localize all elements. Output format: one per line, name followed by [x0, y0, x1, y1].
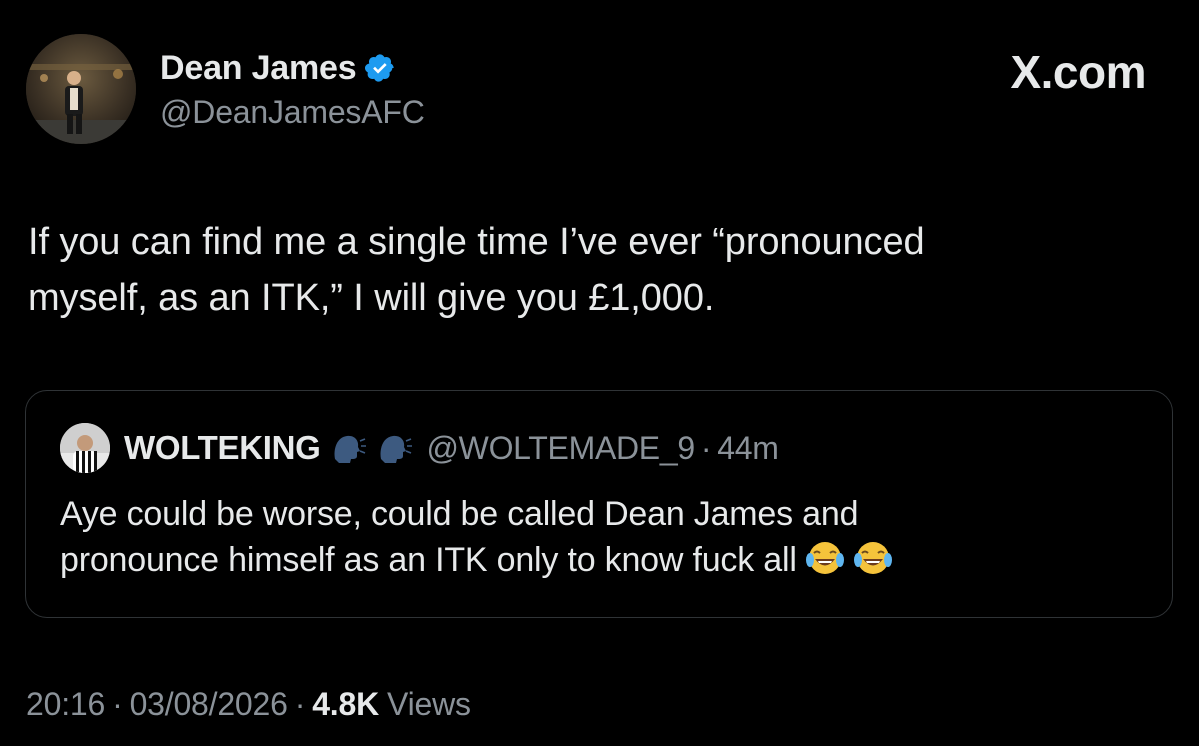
quoted-text-line-last: pronounce himself as an ITK only to know… [60, 537, 1140, 583]
x-logo-text: X.com [1010, 46, 1146, 98]
tears-of-joy-emoji-icon [805, 538, 845, 578]
x-logo: X.com [1010, 46, 1146, 98]
speaking-head-emoji-icon [375, 429, 413, 467]
quoted-tweet-text: Aye could be worse, could be called Dean… [60, 491, 1140, 583]
quoted-text-line: pronounce himself as an ITK only to know… [60, 541, 797, 579]
quoted-tweet-time[interactable]: 44m [717, 430, 779, 467]
author-handle[interactable]: @DeanJamesAFC [160, 94, 425, 131]
tweet-text-line: myself, as an ITK,” I will give you £1,0… [28, 277, 715, 319]
quoted-tweet[interactable]: WOLTEKING @WOLTEMADE_9 · 44m Aye could b… [25, 390, 1173, 618]
separator-dot: · [294, 685, 306, 722]
tweet-card: Dean James @DeanJamesAFC X.com If you ca… [0, 0, 1199, 746]
tweet-text-line: If you can find me a single time I’ve ev… [28, 221, 925, 263]
speaking-head-emoji-icon [329, 429, 367, 467]
post-date[interactable]: 03/08/2026 [130, 686, 288, 723]
views-count[interactable]: 4.8K [312, 686, 379, 723]
views-label: Views [387, 685, 471, 722]
author-avatar-photo [26, 34, 136, 144]
quoted-tweet-header: WOLTEKING @WOLTEMADE_9 · 44m [60, 423, 779, 473]
verified-badge-icon [364, 52, 396, 84]
separator-dot: · [700, 429, 712, 466]
author-info: Dean James @DeanJamesAFC [160, 46, 425, 131]
quoted-avatar-photo [60, 423, 110, 473]
separator-dot: · [112, 685, 123, 722]
author-name[interactable]: Dean James [160, 49, 357, 88]
author-avatar[interactable] [26, 34, 136, 144]
quoted-author-handle[interactable]: @WOLTEMADE_9 [427, 430, 696, 467]
post-time[interactable]: 20:16 [26, 686, 105, 723]
quoted-author-avatar[interactable] [60, 423, 110, 473]
tears-of-joy-emoji-icon [853, 538, 893, 578]
tweet-footer: 20:16 · 03/08/2026 · 4.8K Views [26, 680, 471, 728]
quoted-author-name[interactable]: WOLTEKING [124, 429, 321, 467]
tweet-text: If you can find me a single time I’ve ev… [28, 214, 1148, 326]
quoted-text-line: Aye could be worse, could be called Dean… [60, 495, 859, 533]
